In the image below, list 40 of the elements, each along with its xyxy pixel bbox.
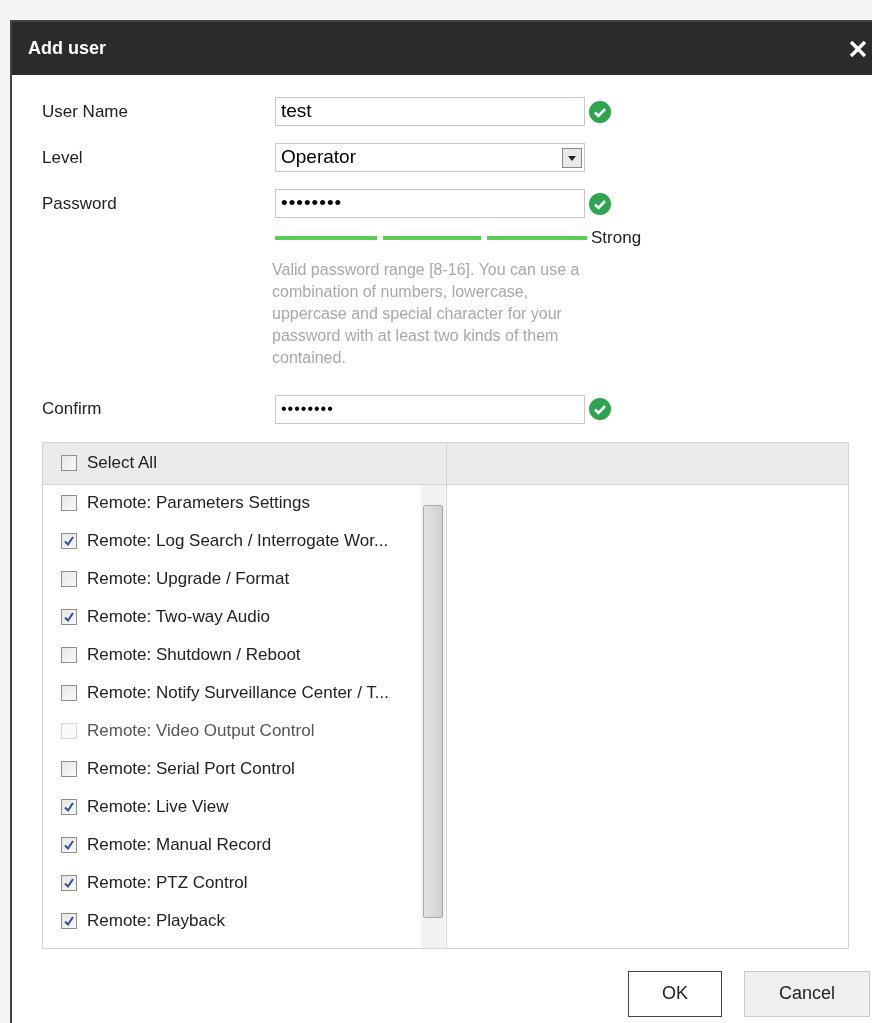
checkbox[interactable] (61, 494, 77, 511)
permission-label[interactable]: Remote: Manual Record (87, 831, 272, 858)
field-label: Password (42, 192, 118, 215)
level-dropdown[interactable]: Operator (275, 143, 585, 172)
checkbox[interactable] (61, 798, 77, 815)
checkbox[interactable] (61, 684, 77, 701)
password-hint: Valid password range [8-16]. You can use a combination of numbers, lowercase, uppercase and special character for your password with at least two kinds of them contained. (272, 259, 581, 368)
checkbox[interactable] (61, 912, 77, 929)
permission-label[interactable]: Remote: Two-way Audio (87, 603, 270, 630)
ok-button[interactable]: OK (628, 970, 722, 1017)
checkbox[interactable] (61, 532, 77, 549)
checkbox[interactable] (61, 646, 77, 663)
permission-label[interactable]: Remote: Live View (87, 793, 229, 820)
select-all-label[interactable]: Select All (87, 450, 157, 476)
permission-label[interactable]: Remote: Notify Surveillance Center / T... (87, 679, 390, 706)
checkbox[interactable] (61, 608, 77, 625)
scrollbar[interactable] (421, 484, 445, 948)
permission-label[interactable]: Remote: PTZ Control (87, 869, 248, 896)
scrollbar-thumb[interactable] (423, 504, 443, 918)
password-field[interactable]: •••••••• (275, 189, 585, 218)
permission-label[interactable]: Remote: Log Search / Interrogate Wor... (87, 527, 389, 554)
field-label: User Name (42, 100, 129, 123)
password-field[interactable]: •••••••• (275, 394, 585, 424)
checkbox[interactable] (61, 455, 77, 471)
checkbox[interactable] (61, 570, 77, 587)
field-label: Level (42, 146, 84, 169)
close-icon[interactable] (848, 38, 868, 59)
checkbox[interactable] (61, 874, 77, 891)
permission-label[interactable]: Remote: Upgrade / Format (87, 565, 290, 592)
window-title: Add user (28, 37, 106, 60)
strength-label: Strong (591, 227, 642, 249)
permission-label[interactable]: Remote: Shutdown / Reboot (87, 641, 301, 668)
checkbox[interactable] (61, 836, 77, 853)
cancel-button[interactable]: Cancel (744, 970, 870, 1017)
permission-label[interactable]: Remote: Parameters Settings (87, 489, 310, 516)
checkbox[interactable] (61, 760, 77, 777)
permission-label[interactable]: Remote: Playback (87, 907, 225, 934)
input-field[interactable]: test (275, 97, 585, 126)
permission-label[interactable]: Remote: Serial Port Control (87, 755, 295, 782)
field-label: Confirm (42, 398, 103, 421)
